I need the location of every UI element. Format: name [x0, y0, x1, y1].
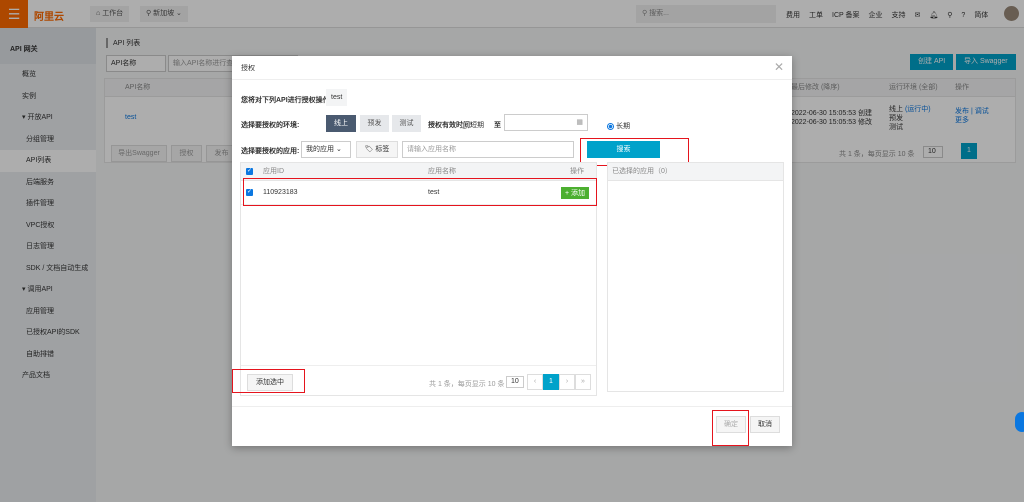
tag-label: 标签: [375, 146, 390, 153]
short-term-radio[interactable]: 短期: [461, 120, 484, 130]
selected-apps-title: 已选择的应用（0）: [608, 163, 783, 181]
authorize-dialog: 授权 ✕ 您将对下列API进行授权操作: test 选择要授权的环境: 线上 预…: [232, 56, 792, 446]
radio-icon: [461, 121, 468, 129]
dialog-footer-divider: [232, 406, 792, 407]
dialog-page-button[interactable]: 1: [543, 374, 559, 390]
app-name-input[interactable]: 请输入应用名称: [402, 141, 574, 158]
tag-icon: 🏷︎: [364, 146, 374, 153]
dialog-title: 授权: [241, 65, 255, 72]
selected-apps-panel: 已选择的应用（0）: [607, 162, 784, 392]
api-label: 您将对下列API进行授权操作:: [241, 97, 332, 104]
select-all-checkbox[interactable]: ✓: [246, 168, 253, 175]
to-label: 至: [494, 122, 501, 129]
dialog-header: 授权: [232, 56, 792, 80]
calendar-icon: ▦: [576, 119, 583, 126]
highlight-add-selected: [232, 369, 305, 393]
app-scope-select[interactable]: 我的应用 ⌄: [301, 141, 351, 158]
highlight-confirm: [712, 410, 749, 446]
cancel-button[interactable]: 取消: [750, 416, 780, 433]
long-term-label: 长期: [616, 123, 630, 130]
prev-page-button[interactable]: ‹: [527, 374, 543, 390]
next-page-button[interactable]: ›: [559, 374, 575, 390]
dialog-page-size-select[interactable]: 10: [506, 376, 524, 388]
env-online-button[interactable]: 线上: [326, 115, 356, 132]
date-input[interactable]: ▦: [504, 114, 588, 131]
app-label: 选择要授权的应用:: [241, 148, 300, 155]
long-term-radio[interactable]: 长期: [607, 121, 630, 131]
close-icon[interactable]: ✕: [774, 60, 784, 74]
env-test-button[interactable]: 测试: [392, 115, 421, 132]
short-term-label: 短期: [470, 122, 484, 129]
api-name-tag: test: [326, 89, 348, 106]
radio-checked-icon: [607, 122, 614, 130]
last-page-button[interactable]: »: [575, 374, 591, 390]
app-scope-value: 我的应用: [306, 146, 334, 153]
help-float-button[interactable]: [1015, 412, 1024, 432]
dialog-pager-text: 共 1 条，每页显示 10 条: [429, 381, 505, 388]
highlight-row: [243, 178, 597, 206]
env-pre-button[interactable]: 预发: [360, 115, 389, 132]
tag-button[interactable]: 🏷︎ 标签: [356, 141, 398, 158]
env-label: 选择要授权的环境:: [241, 122, 300, 129]
